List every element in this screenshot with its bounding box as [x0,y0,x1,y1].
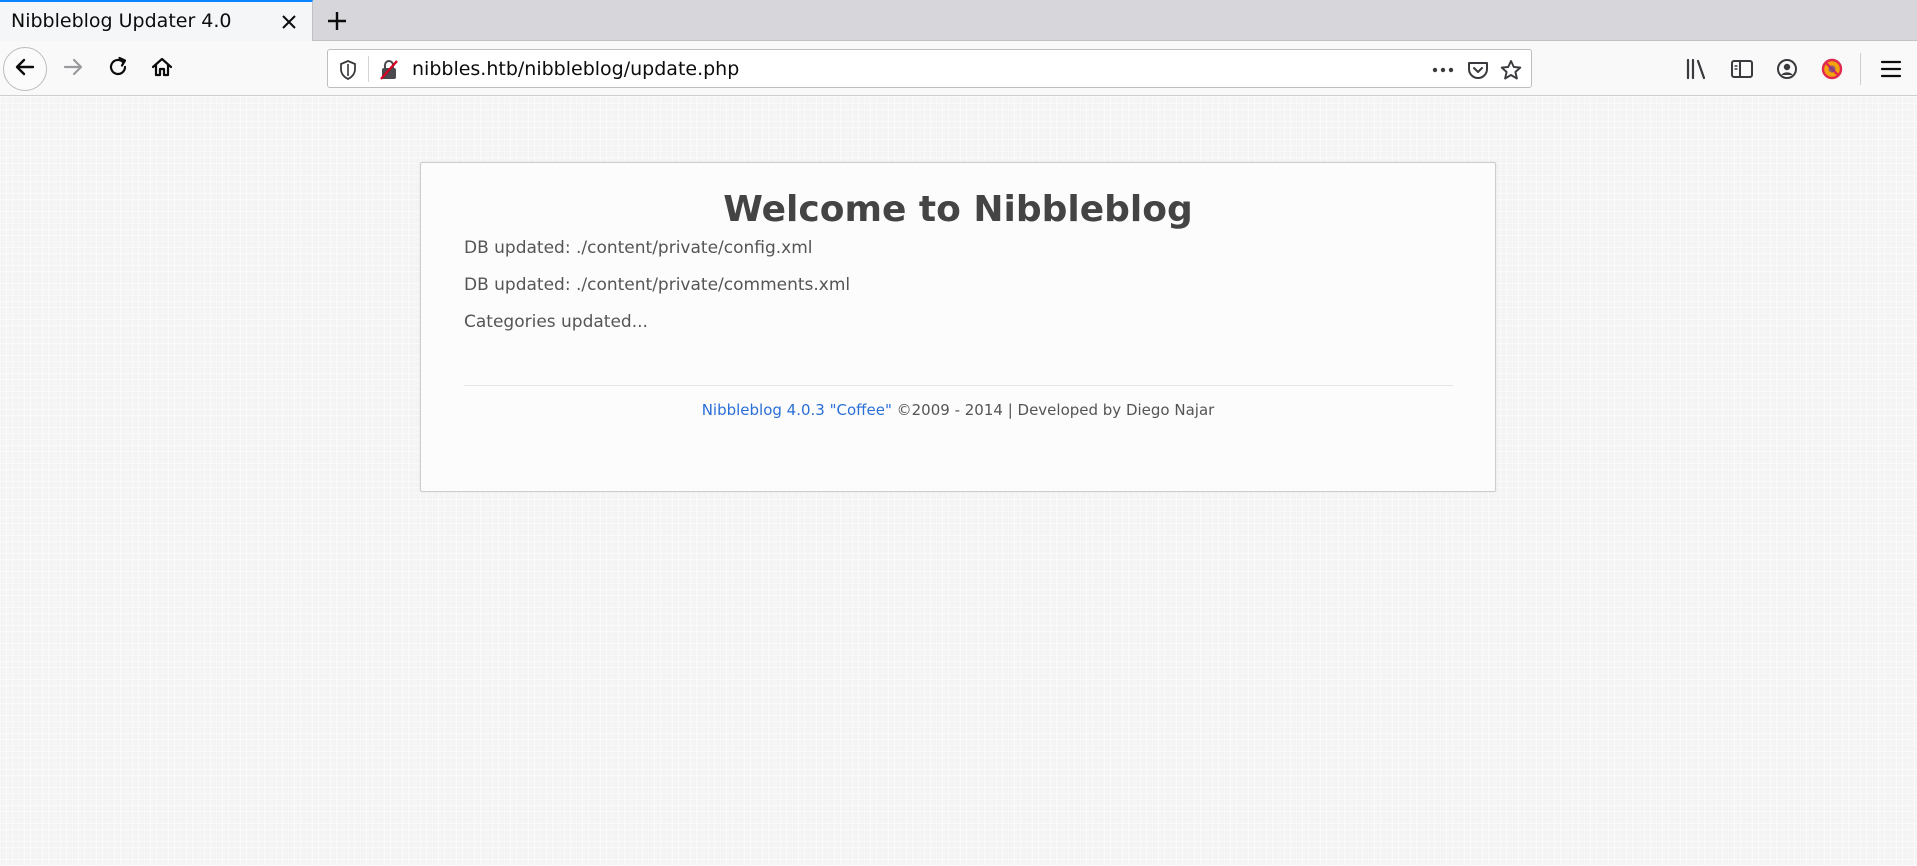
footer-copyright: ©2009 - 2014 | Developed by Diego Najar [891,401,1215,419]
sidebar-icon[interactable] [1726,53,1758,85]
log-line-config: DB updated: ./content/private/config.xml [464,238,813,258]
arrow-left-icon [13,55,37,84]
navigation-toolbar: nibbles.htb/nibbleblog/update.php [0,41,1917,96]
toolbar-separator [1860,53,1861,85]
library-icon[interactable] [1681,53,1713,85]
updater-card: Welcome to Nibbleblog DB updated: ./cont… [420,162,1496,492]
reload-icon [106,55,130,84]
reload-button[interactable] [96,47,140,91]
account-icon[interactable] [1771,53,1803,85]
blocked-addon-icon[interactable] [1816,53,1848,85]
ellipsis-icon[interactable] [1430,57,1456,83]
log-line-comments: DB updated: ./content/private/comments.x… [464,275,851,295]
url-bar[interactable]: nibbles.htb/nibbleblog/update.php [327,49,1532,88]
insecure-lock-icon[interactable] [376,57,402,83]
footer: Nibbleblog 4.0.3 "Coffee" ©2009 - 2014 |… [421,401,1495,419]
page-viewport: Welcome to Nibbleblog DB updated: ./cont… [0,97,1917,866]
home-icon [150,55,174,84]
hamburger-menu-icon[interactable] [1875,53,1907,85]
pocket-icon[interactable] [1465,57,1491,83]
browser-tab-active[interactable]: Nibbleblog Updater 4.0 [0,0,313,41]
log-line-categories: Categories updated... [464,312,648,332]
back-button[interactable] [3,47,47,91]
tab-strip: Nibbleblog Updater 4.0 [0,0,1917,41]
url-separator [368,56,369,82]
footer-divider [464,385,1453,386]
url-text[interactable]: nibbles.htb/nibbleblog/update.php [412,58,739,80]
nibbleblog-version-link[interactable]: Nibbleblog 4.0.3 "Coffee" [702,401,892,419]
close-tab-icon[interactable] [277,10,301,34]
arrow-right-icon [61,55,85,84]
new-tab-icon[interactable] [322,6,352,36]
star-icon[interactable] [1498,57,1524,83]
home-button[interactable] [140,47,184,91]
forward-button[interactable] [51,47,95,91]
shield-icon[interactable] [335,57,361,83]
page-title: Welcome to Nibbleblog [723,189,1193,230]
tab-title: Nibbleblog Updater 4.0 [11,10,232,32]
